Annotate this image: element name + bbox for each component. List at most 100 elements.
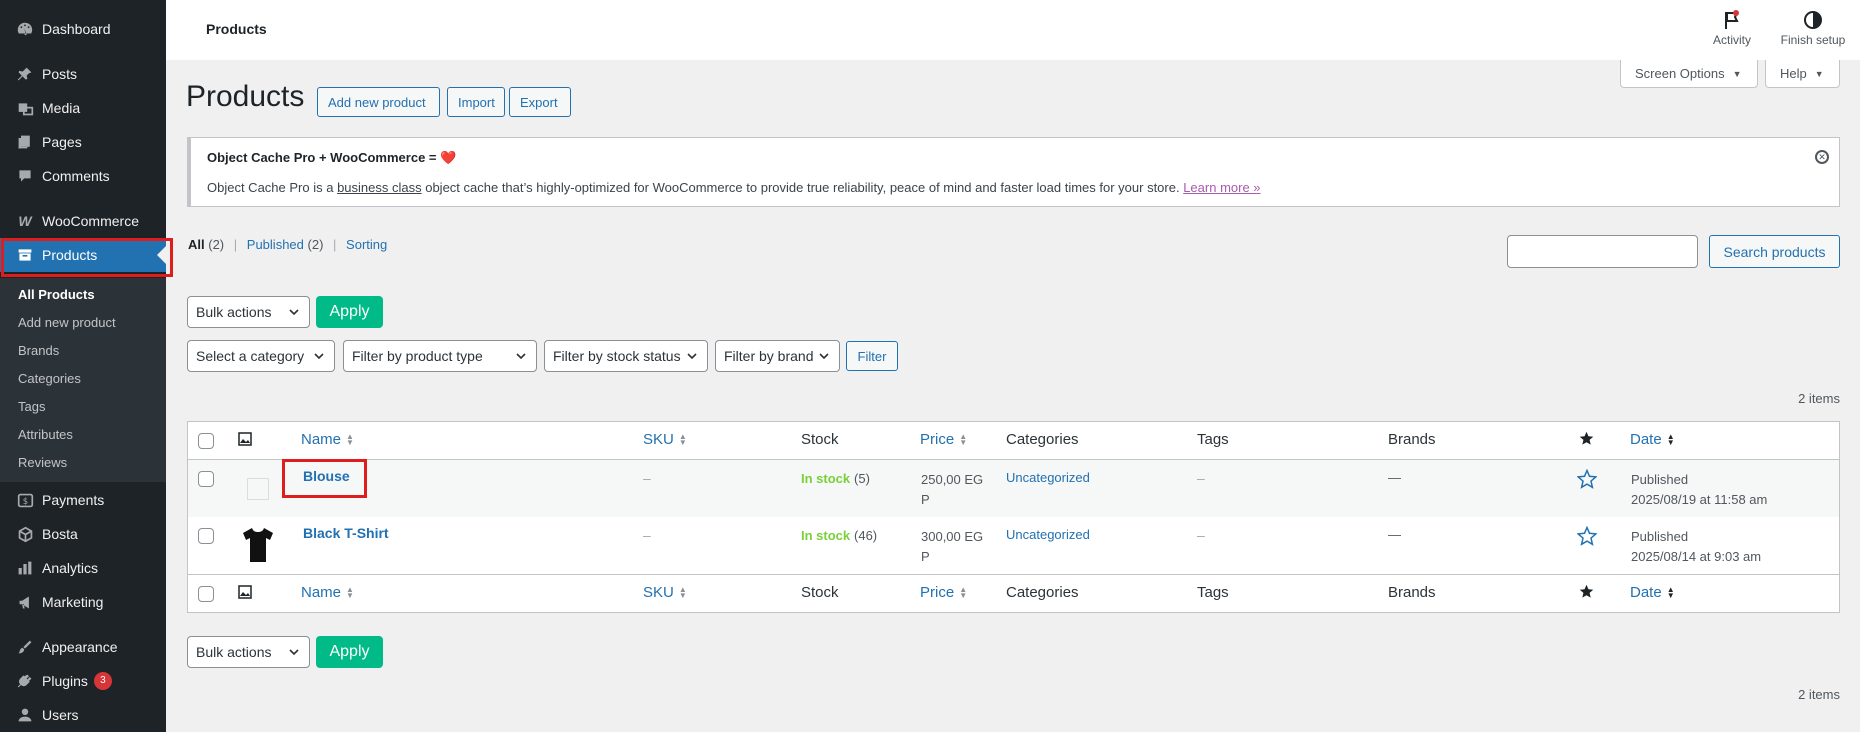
submenu-tags[interactable]: Tags <box>18 399 45 414</box>
placeholder-image-icon[interactable] <box>247 478 269 500</box>
bar-chart-icon <box>15 558 35 578</box>
stock-status-filter-select[interactable]: Filter by stock status <box>544 340 708 372</box>
plugin-icon <box>15 671 35 691</box>
column-stock: Stock <box>801 431 839 448</box>
apply-button-top[interactable]: Apply <box>316 296 383 328</box>
menu-plugins[interactable]: Plugins 3 <box>0 664 166 698</box>
view-sorting[interactable]: Sorting <box>346 237 387 252</box>
import-button[interactable]: Import <box>447 87 505 117</box>
featured-star-icon[interactable] <box>1576 468 1598 492</box>
stock-qty: (5) <box>854 471 870 486</box>
menu-payments[interactable]: $ Payments <box>0 483 166 517</box>
dismiss-notice-icon[interactable]: ✕ <box>1815 150 1829 164</box>
featured-column-icon[interactable] <box>1579 431 1594 450</box>
column-label: SKU <box>643 584 674 601</box>
bulk-actions-select-bottom[interactable]: Bulk actions <box>187 636 310 668</box>
menu-comments[interactable]: Comments <box>0 159 166 193</box>
menu-bosta[interactable]: Bosta <box>0 517 166 551</box>
add-new-product-button[interactable]: Add new product <box>317 87 440 117</box>
row-checkbox[interactable] <box>198 528 214 544</box>
submenu-brands[interactable]: Brands <box>18 343 59 358</box>
brands-value: — <box>1388 470 1401 485</box>
items-count-top: 2 items <box>1798 391 1840 406</box>
brush-icon <box>15 637 35 657</box>
column-sku[interactable]: SKU ▲ ▼ <box>643 584 687 601</box>
apply-button-bottom[interactable]: Apply <box>316 636 383 668</box>
column-label: SKU <box>643 431 674 448</box>
column-categories: Categories <box>1006 431 1079 448</box>
business-class-link[interactable]: business class <box>337 180 422 195</box>
view-all[interactable]: All <box>188 237 205 252</box>
featured-column-icon[interactable] <box>1579 584 1594 603</box>
menu-woocommerce[interactable]: W WooCommerce <box>0 204 166 238</box>
product-type-filter-select[interactable]: Filter by product type <box>343 340 537 372</box>
submenu-attributes[interactable]: Attributes <box>18 427 73 442</box>
plugins-update-badge: 3 <box>93 672 112 690</box>
featured-star-icon[interactable] <box>1576 525 1598 549</box>
product-name-link[interactable]: Black T-Shirt <box>303 525 389 541</box>
view-published-count: (2) <box>307 237 324 252</box>
price-line: 250,00 EG <box>921 472 984 487</box>
tshirt-thumbnail[interactable] <box>242 525 274 568</box>
menu-label: Users <box>42 707 79 723</box>
submenu-categories[interactable]: Categories <box>18 371 81 386</box>
filter-button[interactable]: Filter <box>846 341 898 371</box>
sort-arrows-icon: ▲ ▼ <box>678 585 687 601</box>
column-date[interactable]: Date ▲ ▼ <box>1630 431 1675 448</box>
menu-media[interactable]: Media <box>0 91 166 125</box>
category-link[interactable]: Uncategorized <box>1006 470 1090 485</box>
menu-users[interactable]: Users <box>0 698 166 732</box>
column-price[interactable]: Price ▲ ▼ <box>920 584 967 601</box>
category-link[interactable]: Uncategorized <box>1006 527 1090 542</box>
sort-arrows-icon: ▲ ▼ <box>959 432 968 448</box>
date-value: 2025/08/19 at 11:58 am <box>1631 492 1768 507</box>
sort-desc-icon: ▲ ▼ <box>1666 432 1675 448</box>
stock-cell: In stock (46) <box>801 527 877 543</box>
menu-appearance[interactable]: Appearance <box>0 630 166 664</box>
stock-cell: In stock (5) <box>801 470 870 486</box>
half-circle-icon <box>1803 10 1823 30</box>
select-all-checkbox[interactable] <box>198 433 214 449</box>
column-name[interactable]: Name ▲ ▼ <box>301 431 354 448</box>
items-count-bottom: 2 items <box>1798 687 1840 702</box>
column-label: Date <box>1630 431 1662 448</box>
view-published[interactable]: Published <box>247 237 304 252</box>
search-products-input[interactable] <box>1507 235 1698 268</box>
column-name[interactable]: Name ▲ ▼ <box>301 584 354 601</box>
search-products-button[interactable]: Search products <box>1709 235 1840 268</box>
submenu-all-products[interactable]: All Products <box>18 287 95 302</box>
learn-more-link[interactable]: Learn more » <box>1183 180 1260 195</box>
column-price[interactable]: Price ▲ ▼ <box>920 431 967 448</box>
price-cell: 250,00 EG P <box>921 470 983 510</box>
help-tab[interactable]: Help ▼ <box>1765 60 1840 88</box>
chevron-down-icon <box>687 353 697 360</box>
column-brands: Brands <box>1388 431 1436 448</box>
submenu-add-new-product[interactable]: Add new product <box>18 315 116 330</box>
select-all-checkbox[interactable] <box>198 586 214 602</box>
menu-label: Analytics <box>42 560 99 576</box>
menu-pages[interactable]: Pages <box>0 125 166 159</box>
activity-button[interactable]: Activity <box>1704 10 1760 47</box>
menu-marketing[interactable]: Marketing <box>0 585 166 619</box>
menu-label: Payments <box>42 492 105 508</box>
column-label: Price <box>920 584 955 601</box>
header-title: Products <box>206 21 267 37</box>
row-checkbox[interactable] <box>198 471 214 487</box>
brand-filter-select[interactable]: Filter by brand <box>715 340 840 372</box>
category-filter-select[interactable]: Select a category <box>187 340 335 372</box>
menu-analytics[interactable]: Analytics <box>0 551 166 585</box>
column-sku[interactable]: SKU ▲ ▼ <box>643 431 687 448</box>
megaphone-icon <box>15 592 35 612</box>
menu-posts[interactable]: Posts <box>0 57 166 91</box>
bulk-actions-select-top[interactable]: Bulk actions <box>187 296 310 328</box>
table-row: Black T-Shirt – In stock (46) 300,00 EG P… <box>188 517 1839 574</box>
finish-setup-button[interactable]: Finish setup <box>1776 10 1850 47</box>
products-submenu: All Products Add new product Brands Cate… <box>0 278 166 482</box>
submenu-reviews[interactable]: Reviews <box>18 455 67 470</box>
column-date[interactable]: Date ▲ ▼ <box>1630 584 1675 601</box>
export-button[interactable]: Export <box>509 87 571 117</box>
menu-label: Bosta <box>42 526 78 542</box>
menu-dashboard[interactable]: Dashboard <box>0 12 166 46</box>
date-cell: Published 2025/08/14 at 9:03 am <box>1631 527 1761 567</box>
screen-options-tab[interactable]: Screen Options ▼ <box>1620 60 1758 88</box>
